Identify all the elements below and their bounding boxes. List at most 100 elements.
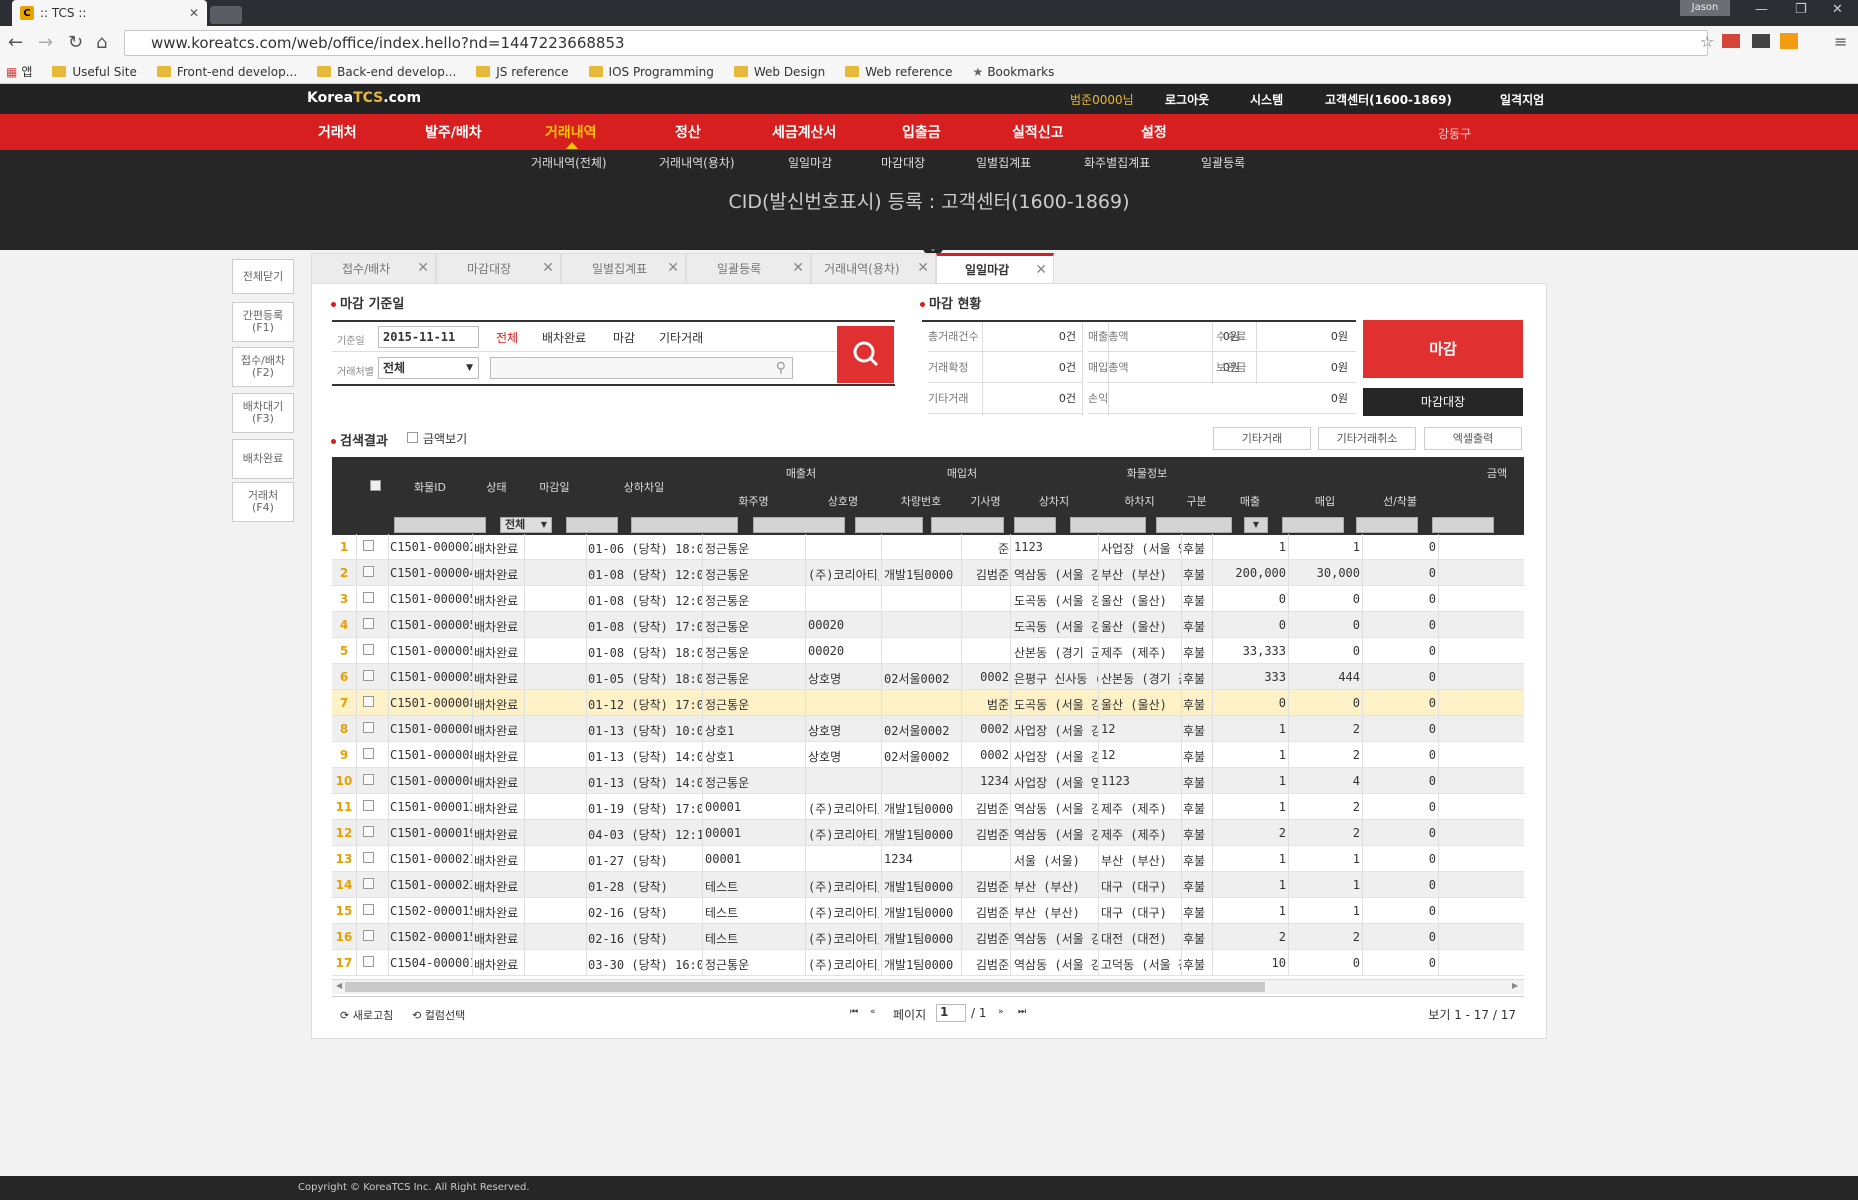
bookmark-folder[interactable]: Web reference	[845, 65, 953, 79]
tab-daily-summary[interactable]: 일별집계표 ✕	[561, 253, 686, 283]
gmail-icon[interactable]	[1722, 34, 1740, 48]
filter-all[interactable]: 전체	[496, 329, 518, 346]
scroll-right-icon[interactable]: ▶	[1512, 981, 1518, 990]
home-icon[interactable]: ⌂	[96, 32, 107, 53]
filter-purchase[interactable]	[1356, 517, 1418, 533]
row-checkbox[interactable]	[363, 774, 374, 785]
receive-dispatch-button[interactable]: 접수/배차 (F2)	[232, 347, 294, 387]
bookmark-folder[interactable]: IOS Programming	[588, 65, 714, 79]
bookmark-folder[interactable]: Useful Site	[52, 65, 137, 79]
submenu-daily-close[interactable]: 일일마감	[788, 154, 832, 171]
row-checkbox[interactable]	[363, 956, 374, 967]
table-row[interactable]: 1 C1501-00000280배차완료 01-06 (당착) 18:00정근통운 준…	[332, 534, 1524, 560]
extension-off-icon[interactable]	[1752, 34, 1770, 48]
menu-settlement[interactable]: 정산	[675, 122, 701, 142]
table-row[interactable]: 9 C1501-00000883배차완료 01-13 (당착) 14:00상호1 상호…	[332, 742, 1524, 768]
col-status[interactable]: 상태	[470, 479, 523, 495]
row-checkbox[interactable]	[363, 800, 374, 811]
search-button[interactable]	[837, 326, 894, 383]
submenu-shipper-summary[interactable]: 화주별집계표	[1084, 154, 1150, 171]
bookmark-folder[interactable]: JS reference	[476, 65, 569, 79]
dispatch-wait-button[interactable]: 배차대기 (F3)	[232, 393, 294, 433]
menu-tax-invoice[interactable]: 세금계산서	[772, 122, 836, 142]
table-row[interactable]: 13 C1501-00002145배차완료 01-27 (당착) 00001 1234 서…	[332, 846, 1524, 872]
row-checkbox[interactable]	[363, 592, 374, 603]
bookmark-folder[interactable]: Back-end develop...	[317, 65, 456, 79]
tab-close-ledger[interactable]: 마감대장 ✕	[436, 253, 561, 283]
support-center-link[interactable]: 고객센터(1600-1869)	[1325, 91, 1452, 108]
refresh-button[interactable]: ⟳ 새로고침	[340, 1007, 393, 1023]
profile-badge[interactable]: Jason	[1680, 0, 1730, 16]
work-log-link[interactable]: 일격지엄	[1500, 91, 1544, 108]
bookmark-folder[interactable]: Front-end develop...	[156, 65, 297, 79]
col-load-place[interactable]: 상차지	[1010, 493, 1098, 509]
col-type[interactable]: 구분	[1181, 493, 1212, 509]
first-page-icon[interactable]: ⏮	[850, 1007, 858, 1017]
tab-receive-dispatch[interactable]: 접수/배차 ✕	[311, 253, 436, 283]
forward-icon[interactable]: →	[38, 32, 53, 53]
filter-sales[interactable]	[1282, 517, 1344, 533]
col-unload-place[interactable]: 하차지	[1098, 493, 1181, 509]
close-icon[interactable]: ✕	[792, 260, 804, 276]
address-bar[interactable]: www.koreatcs.com/web/office/index.hello?…	[124, 30, 1708, 56]
submenu-daily-summary[interactable]: 일별집계표	[976, 154, 1031, 171]
menu-performance[interactable]: 실적신고	[1012, 122, 1064, 142]
prev-page-icon[interactable]: «	[870, 1007, 876, 1017]
col-cargo-id[interactable]: 화물ID	[390, 479, 470, 495]
date-input[interactable]: 2015-11-11	[378, 326, 479, 348]
quick-register-button[interactable]: 간편등록 (F1)	[232, 302, 294, 342]
filter-status[interactable]: 전체 ▼	[500, 517, 552, 533]
filter-load-date[interactable]	[631, 517, 738, 533]
filter-cargo-id[interactable]	[394, 517, 486, 533]
col-load-date[interactable]: 상하차일	[586, 479, 702, 495]
menu-partners[interactable]: 거래처	[318, 122, 357, 142]
excel-export-button[interactable]: 엑셀출력	[1424, 427, 1522, 450]
select-all-checkbox[interactable]	[370, 480, 381, 491]
close-all-button[interactable]: 전체닫기	[232, 259, 294, 294]
filter-company[interactable]	[855, 517, 923, 533]
close-icon[interactable]: ✕	[917, 260, 929, 276]
row-checkbox[interactable]	[363, 566, 374, 577]
bookmark-star[interactable]: ★ Bookmarks	[973, 65, 1055, 79]
extension-chart-icon[interactable]	[1780, 33, 1798, 49]
col-close-date[interactable]: 마감일	[523, 479, 586, 495]
row-checkbox[interactable]	[363, 748, 374, 759]
partner-select[interactable]: 전체 ▼	[378, 357, 479, 379]
cancel-other-transaction-button[interactable]: 기타거래취소	[1318, 427, 1416, 450]
menu-transactions[interactable]: 거래내역	[545, 122, 597, 142]
dispatch-done-button[interactable]: 배차완료	[232, 439, 294, 479]
table-row[interactable]: 4 C1501-00000514배차완료 01-08 (당착) 17:00정근통운 0…	[332, 612, 1524, 638]
table-row[interactable]: 15 C1502-00001504배차완료 02-16 (당착) 테스트 (주)코리아티…	[332, 898, 1524, 924]
row-checkbox[interactable]	[363, 852, 374, 863]
filter-close-date[interactable]	[566, 517, 618, 533]
filter-load-place[interactable]	[1070, 517, 1146, 533]
col-shipper[interactable]: 화주명	[702, 493, 805, 509]
row-checkbox[interactable]	[363, 930, 374, 941]
window-close-icon[interactable]: ✕	[1832, 2, 1843, 17]
submenu-bulk-register[interactable]: 일괄등록	[1201, 154, 1245, 171]
filter-closed[interactable]: 마감	[613, 329, 635, 346]
filter-unload-place[interactable]	[1156, 517, 1232, 533]
table-row[interactable]: 8 C1501-00000880배차완료 01-13 (당착) 10:00상호1 상호…	[332, 716, 1524, 742]
submenu-all-transactions[interactable]: 거래내역(전체)	[531, 154, 607, 171]
table-row[interactable]: 6 C1501-00000530배차완료 01-05 (당착) 18:00정근통운 상…	[332, 664, 1524, 690]
row-checkbox[interactable]	[363, 540, 374, 551]
tab-bulk-register[interactable]: 일괄등록 ✕	[686, 253, 811, 283]
scroll-left-icon[interactable]: ◀	[336, 981, 342, 990]
tab-hired-transactions[interactable]: 거래내역(용차) ✕	[811, 253, 936, 283]
submenu-hired-transactions[interactable]: 거래내역(용차)	[659, 154, 735, 171]
menu-orders[interactable]: 발주/배차	[425, 122, 482, 142]
table-row[interactable]: 7 C1501-00000832배차완료 01-12 (당착) 17:00정근통운 범…	[332, 690, 1524, 716]
table-row[interactable]: 3 C1501-00000509배차완료 01-08 (당착) 12:00정근통운 도…	[332, 586, 1524, 612]
close-button[interactable]: 마감	[1363, 320, 1523, 378]
logout-link[interactable]: 로그아웃	[1165, 91, 1209, 108]
row-checkbox[interactable]	[363, 644, 374, 655]
row-checkbox[interactable]	[363, 670, 374, 681]
close-ledger-button[interactable]: 마감대장	[1363, 388, 1523, 416]
table-row[interactable]: 5 C1501-00000527배차완료 01-08 (당착) 18:00정근통운 0…	[332, 638, 1524, 664]
table-row[interactable]: 16 C1502-00001505배차완료 02-16 (당착) 테스트 (주)코리아티…	[332, 924, 1524, 950]
tab-daily-close[interactable]: 일일마감 ✕	[936, 253, 1054, 283]
row-checkbox[interactable]	[363, 904, 374, 915]
filter-driver[interactable]	[1014, 517, 1056, 533]
filter-shipper[interactable]	[753, 517, 845, 533]
